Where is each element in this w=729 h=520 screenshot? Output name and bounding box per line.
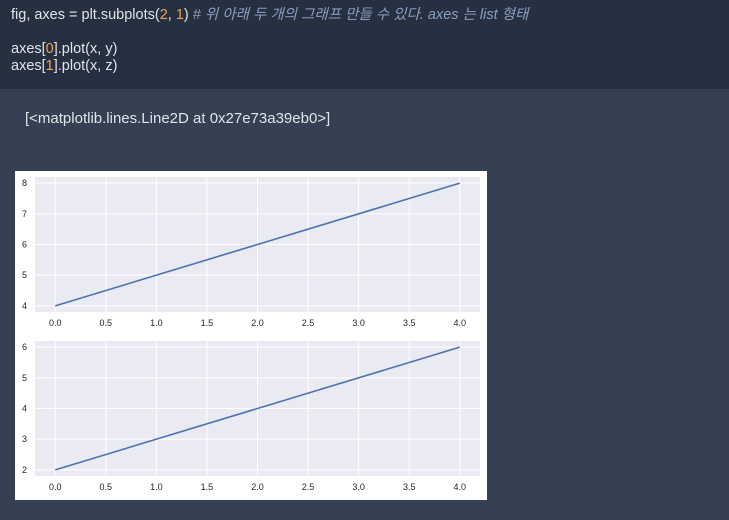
x-tick-label: 4.0: [454, 482, 467, 492]
x-tick-label: 1.0: [150, 318, 163, 328]
x-tick-label: 3.0: [352, 482, 365, 492]
code-line-1: fig, axes = plt.subplots(2, 1) # 위 아래 두 …: [11, 7, 528, 24]
x-tick-label: 2.5: [302, 318, 315, 328]
x-tick-label: 0.5: [100, 482, 113, 492]
code-text: ,: [167, 7, 176, 23]
x-tick-label: 2.0: [251, 482, 264, 492]
code-number: 2: [159, 7, 168, 23]
y-tick-label: 5: [22, 373, 27, 383]
y-tick-label: 4: [22, 404, 27, 414]
x-tick-label: 3.5: [403, 482, 416, 492]
code-number: 0: [45, 41, 54, 57]
code-text: axes[: [11, 58, 46, 74]
code-text: fig, axes = plt.subplots(: [11, 7, 160, 23]
y-tick-label: 8: [22, 178, 27, 188]
x-tick-label: 0.0: [49, 318, 62, 328]
x-tick-label: 1.0: [150, 482, 163, 492]
code-text: ): [183, 7, 193, 23]
x-tick-label: 2.5: [302, 482, 315, 492]
code-line-3: axes[1].plot(x, z): [11, 58, 117, 75]
y-tick-label: 6: [22, 342, 27, 352]
code-cell[interactable]: fig, axes = plt.subplots(2, 1) # 위 아래 두 …: [0, 0, 729, 89]
code-number: 1: [175, 7, 184, 23]
y-tick-label: 4: [22, 301, 27, 311]
x-tick-label: 0.0: [49, 482, 62, 492]
x-tick-label: 1.5: [201, 482, 214, 492]
x-tick-label: 3.5: [403, 318, 416, 328]
x-tick-label: 0.5: [100, 318, 113, 328]
y-tick-label: 3: [22, 434, 27, 444]
x-tick-label: 1.5: [201, 318, 214, 328]
figure-svg: 0.0 0.5 1.0 1.5 2.0 2.5 3.0 3.5 4.0 4 5 6 7 8 0.0 0.5 1.…: [22, 177, 480, 492]
code-comment: # 위 아래 두 개의 그래프 만들 수 있다. axes 는 list 형태: [192, 7, 529, 23]
y-tick-label: 6: [22, 240, 27, 250]
code-text: ].plot(x, y): [53, 41, 118, 57]
figure: 0.0 0.5 1.0 1.5 2.0 2.5 3.0 3.5 4.0 4 5 6 7 8 0.0 0.5 1.…: [15, 171, 487, 500]
y-tick-label: 7: [22, 209, 27, 219]
y-tick-label: 2: [22, 465, 27, 475]
y-tick-label: 5: [22, 270, 27, 280]
code-number: 1: [45, 58, 54, 74]
code-text: ].plot(x, z): [53, 58, 118, 74]
code-text: axes[: [11, 41, 46, 57]
code-line-2: axes[0].plot(x, y): [11, 41, 117, 58]
x-tick-label: 2.0: [251, 318, 264, 328]
x-tick-label: 4.0: [454, 318, 467, 328]
output-text: [<matplotlib.lines.Line2D at 0x27e73a39e…: [25, 110, 331, 127]
x-tick-label: 3.0: [352, 318, 365, 328]
